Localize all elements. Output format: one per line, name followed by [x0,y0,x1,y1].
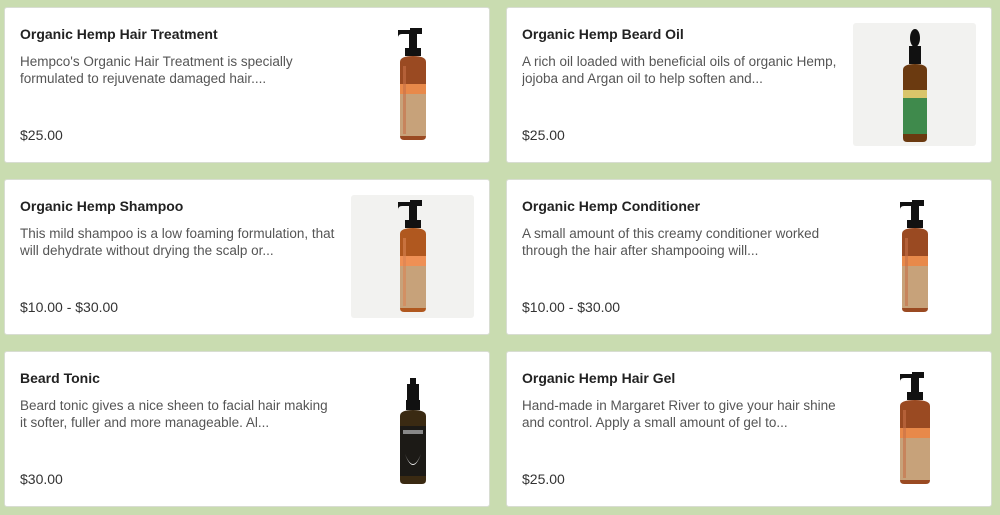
product-image[interactable] [853,367,976,490]
product-title[interactable]: Organic Hemp Conditioner [522,198,842,214]
product-description: Hempco's Organic Hair Treatment is speci… [20,54,293,86]
pump-bottle-icon [397,199,426,312]
product-price: $30.00 [20,471,63,487]
product-image[interactable] [351,367,474,490]
product-title[interactable]: Organic Hemp Hair Treatment [20,26,340,42]
product-image[interactable] [853,195,976,318]
product-card[interactable]: Organic Hemp Shampoo This mild shampoo i… [4,179,490,335]
product-card[interactable]: Organic Hemp Hair Treatment Hempco's Org… [4,7,490,163]
spray-bottle-icon [399,377,426,484]
dropper-bottle-icon [902,28,927,142]
product-image[interactable] [853,23,976,146]
product-title[interactable]: Organic Hemp Shampoo [20,198,340,214]
product-price: $25.00 [522,127,565,143]
product-image[interactable] [351,195,474,318]
product-description: Beard tonic gives a nice sheen to facial… [20,398,328,430]
product-card[interactable]: Organic Hemp Hair Gel Hand-made in Marga… [506,351,992,507]
pump-bottle-icon [899,199,928,312]
product-title[interactable]: Beard Tonic [20,370,340,386]
pump-bottle-icon [899,371,930,484]
product-card[interactable]: Beard Tonic Beard tonic gives a nice she… [4,351,490,507]
product-image[interactable] [351,23,474,146]
product-card[interactable]: Organic Hemp Conditioner A small amount … [506,179,992,335]
product-price: $25.00 [522,471,565,487]
product-description: A small amount of this creamy conditione… [522,226,820,258]
pump-bottle-icon [397,27,426,140]
product-title[interactable]: Organic Hemp Hair Gel [522,370,842,386]
product-description: Hand-made in Margaret River to give your… [522,398,836,430]
product-card[interactable]: Organic Hemp Beard Oil A rich oil loaded… [506,7,992,163]
product-price: $10.00 - $30.00 [20,299,119,315]
product-description: A rich oil loaded with beneficial oils o… [522,54,837,86]
product-description: This mild shampoo is a low foaming formu… [20,226,335,258]
product-price: $10.00 - $30.00 [522,299,621,315]
product-title[interactable]: Organic Hemp Beard Oil [522,26,842,42]
product-price: $25.00 [20,127,63,143]
